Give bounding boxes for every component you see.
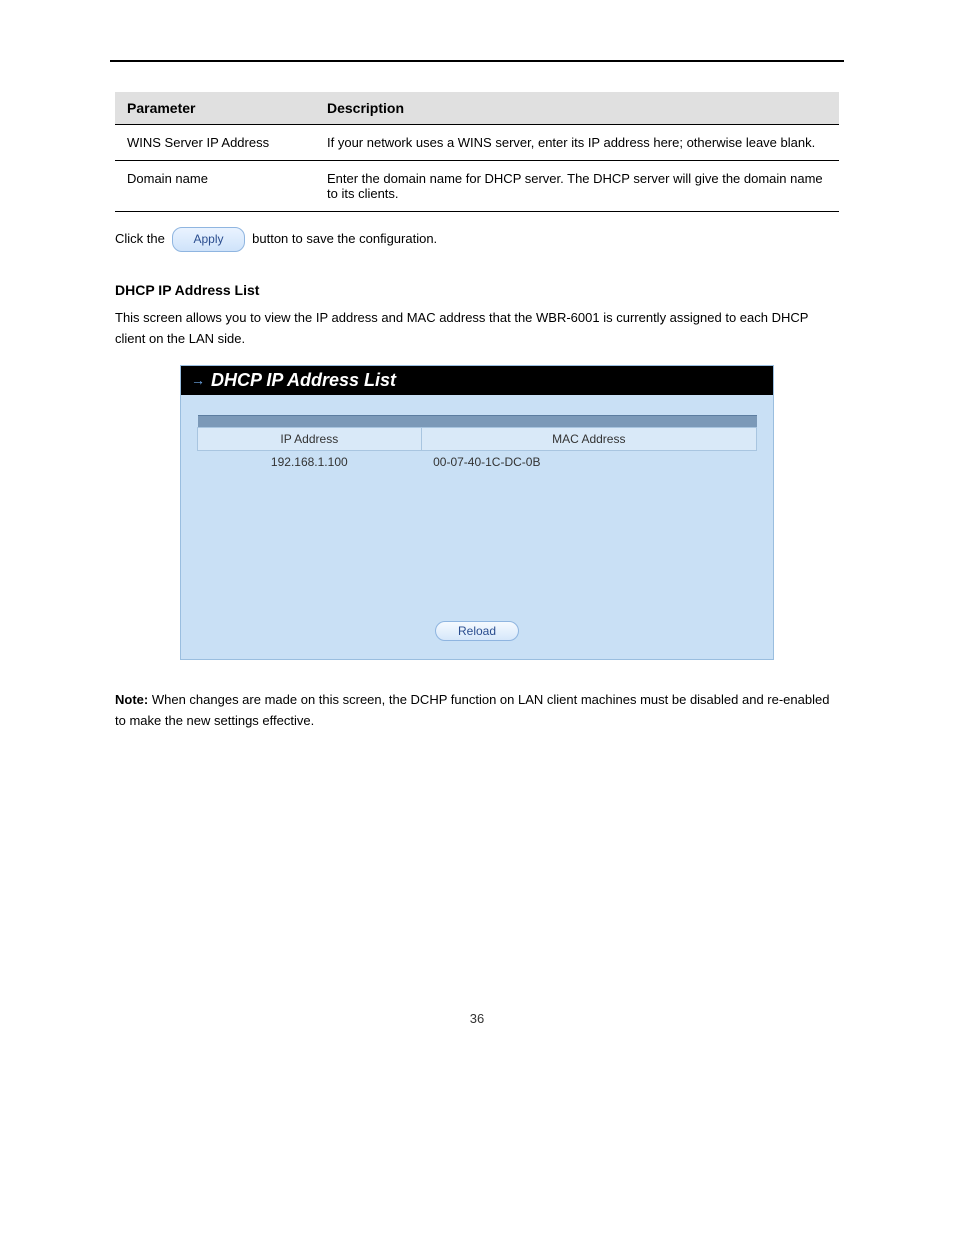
apply-text-before: Click the [115,231,165,246]
note-label: Note: [115,692,148,707]
dhcp-panel: → DHCP IP Address List IP Address MAC Ad… [180,365,774,660]
param-header: Parameter [115,92,315,125]
param-cell: Domain name [115,161,315,212]
panel-header: → DHCP IP Address List [181,366,773,395]
parameter-table: Parameter Description WINS Server IP Add… [115,92,839,212]
top-rule [110,60,844,62]
section-text: This screen allows you to view the IP ad… [115,308,839,350]
ip-cell: 192.168.1.100 [198,450,422,473]
desc-cell: If your network uses a WINS server, ente… [315,125,839,161]
page-number: 36 [60,1011,894,1056]
reload-button[interactable]: Reload [435,621,519,641]
table-filler [198,473,757,613]
note: Note: When changes are made on this scre… [115,690,839,732]
note-body: When changes are made on this screen, th… [115,692,829,728]
table-row: 192.168.1.100 00-07-40-1C-DC-0B [198,450,757,473]
mac-cell: 00-07-40-1C-DC-0B [421,450,756,473]
desc-header: Description [315,92,839,125]
table-top-bar [198,415,757,427]
mac-header: MAC Address [421,427,756,450]
arrow-icon: → [191,372,205,388]
apply-instruction: Click the Apply button to save the confi… [115,227,839,252]
desc-cell: Enter the domain name for DHCP server. T… [315,161,839,212]
apply-button[interactable]: Apply [172,227,244,252]
ip-address-table: IP Address MAC Address 192.168.1.100 00-… [197,415,757,613]
table-row: WINS Server IP Address If your network u… [115,125,839,161]
table-row: Domain name Enter the domain name for DH… [115,161,839,212]
param-cell: WINS Server IP Address [115,125,315,161]
panel-title: DHCP IP Address List [211,370,396,391]
section-heading: DHCP IP Address List [115,282,839,298]
apply-text-after: button to save the configuration. [252,231,437,246]
ip-header: IP Address [198,427,422,450]
